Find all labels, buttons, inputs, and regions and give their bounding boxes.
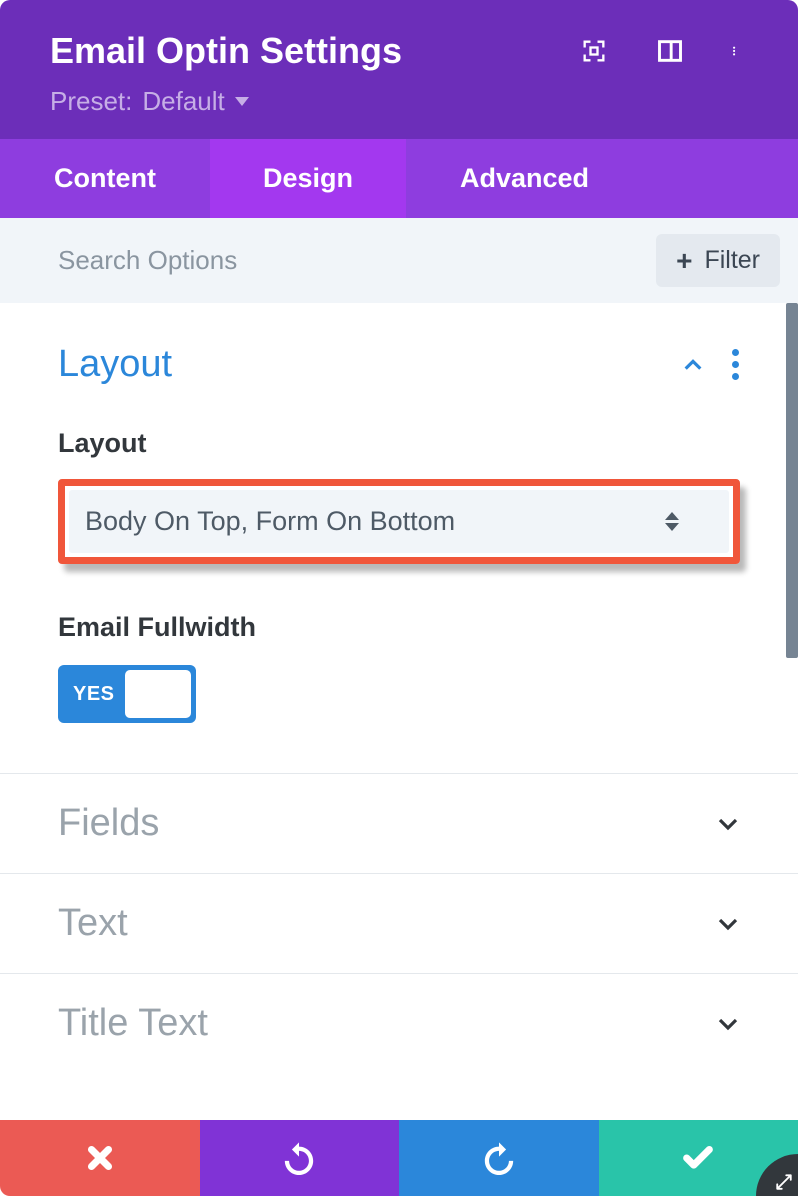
chevron-down-icon	[716, 1012, 740, 1036]
caret-down-icon	[235, 97, 249, 106]
cancel-button[interactable]	[0, 1120, 200, 1196]
search-input[interactable]	[58, 245, 656, 276]
undo-icon	[282, 1141, 316, 1175]
section-fields-title: Fields	[58, 802, 159, 845]
redo-icon	[482, 1141, 516, 1175]
footer-actions	[0, 1120, 798, 1196]
check-icon	[681, 1141, 715, 1175]
chevron-down-icon	[716, 812, 740, 836]
layout-section-title[interactable]: Layout	[58, 343, 172, 386]
undo-button[interactable]	[200, 1120, 400, 1196]
settings-body: Layout Layout Body On Top, Form On Botto…	[0, 303, 798, 1120]
page-title: Email Optin Settings	[50, 30, 402, 72]
layout-select[interactable]: Body On Top, Form On Bottom	[69, 490, 729, 553]
plus-icon: +	[676, 247, 692, 275]
highlight-annotation: Body On Top, Form On Bottom	[58, 479, 740, 564]
preset-name: Default	[142, 86, 224, 117]
tab-advanced[interactable]: Advanced	[406, 139, 798, 218]
section-options-icon[interactable]	[732, 349, 740, 380]
more-options-icon[interactable]	[732, 37, 742, 65]
filter-button[interactable]: + Filter	[656, 234, 780, 287]
sidebar-toggle-icon[interactable]	[656, 37, 684, 65]
tab-design[interactable]: Design	[210, 139, 406, 218]
select-arrows-icon	[665, 512, 679, 531]
fullwidth-toggle[interactable]: YES	[58, 665, 196, 723]
section-layout: Layout Layout Body On Top, Form On Botto…	[0, 303, 798, 774]
scrollbar[interactable]	[786, 303, 798, 658]
layout-field-label: Layout	[58, 428, 740, 459]
filter-label: Filter	[704, 246, 760, 275]
preset-selector[interactable]: Preset: Default	[50, 86, 748, 117]
fullwidth-field-label: Email Fullwidth	[58, 612, 740, 643]
resize-icon	[775, 1173, 793, 1191]
section-fields[interactable]: Fields	[0, 774, 798, 874]
section-title-text[interactable]: Title Text	[0, 974, 798, 1073]
chevron-down-icon	[716, 912, 740, 936]
section-title-text-title: Title Text	[58, 1002, 208, 1045]
redo-button[interactable]	[399, 1120, 599, 1196]
search-bar: + Filter	[0, 218, 798, 303]
toggle-knob	[125, 670, 191, 718]
close-icon	[83, 1141, 117, 1175]
header-actions	[580, 37, 742, 65]
section-text[interactable]: Text	[0, 874, 798, 974]
section-text-title: Text	[58, 902, 128, 945]
tab-content[interactable]: Content	[0, 139, 210, 218]
preset-prefix: Preset:	[50, 86, 132, 117]
toggle-value: YES	[63, 683, 125, 706]
settings-header: Email Optin Settings Preset: Default	[0, 0, 798, 139]
collapse-icon[interactable]	[682, 354, 704, 376]
layout-select-value: Body On Top, Form On Bottom	[85, 506, 455, 537]
fullscreen-icon[interactable]	[580, 37, 608, 65]
tab-bar: Content Design Advanced	[0, 139, 798, 218]
